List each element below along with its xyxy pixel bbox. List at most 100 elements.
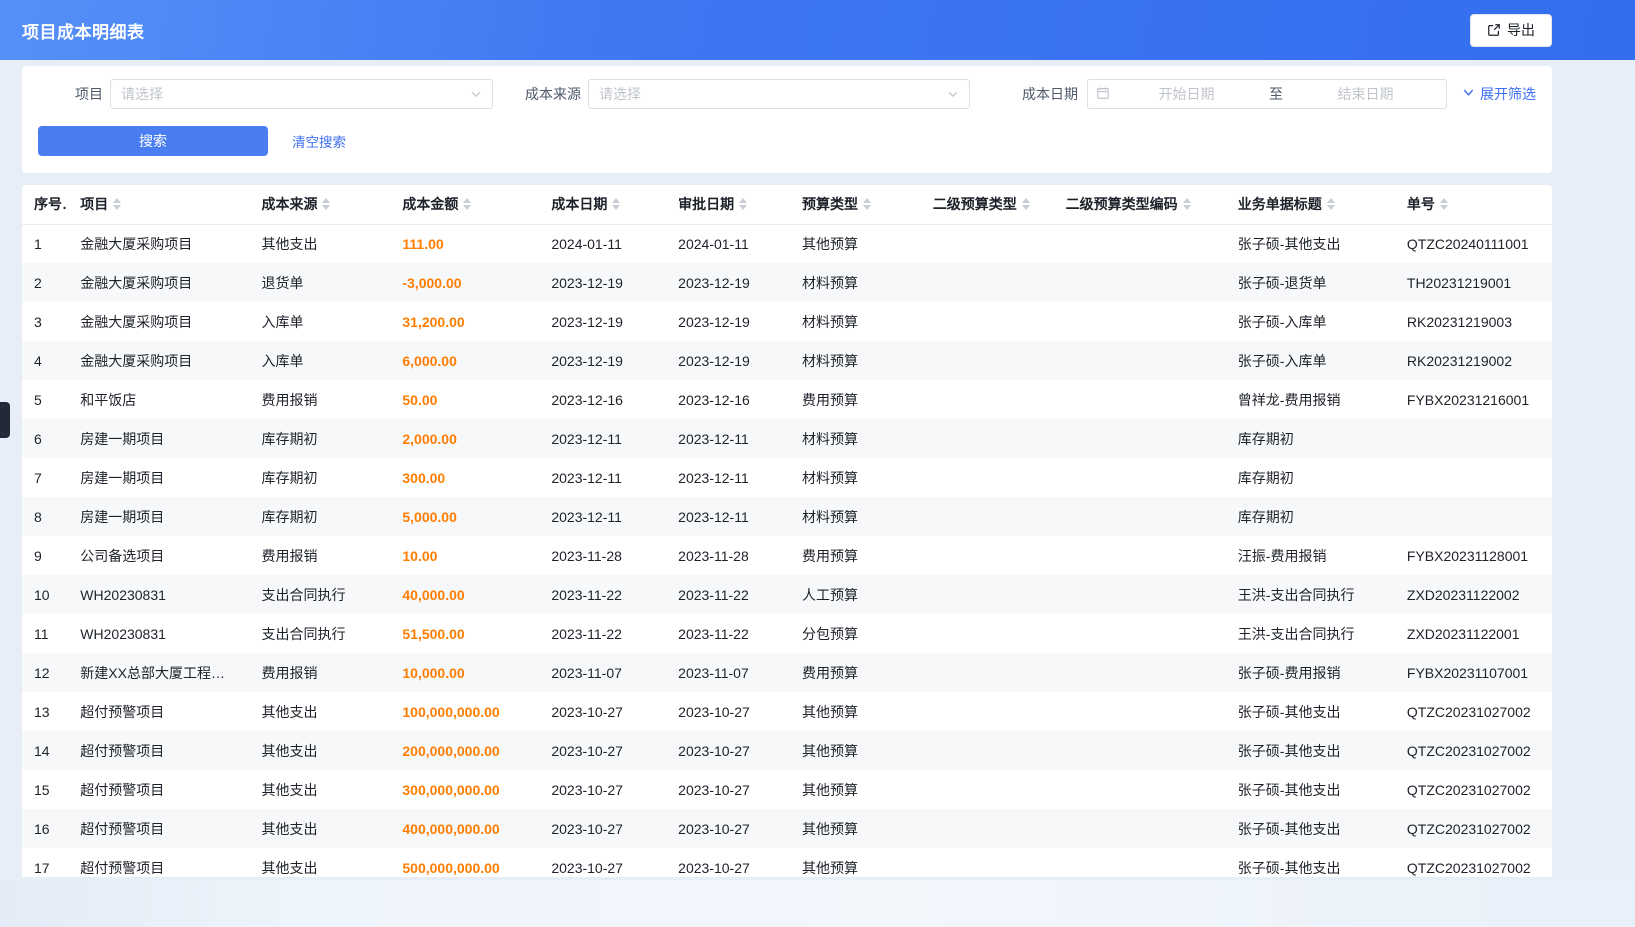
cell-budget_type: 其他预算 [790,731,921,770]
column-header-project[interactable]: 项目 [68,185,249,224]
cell-doc_no: QTZC20231027002 [1395,692,1552,731]
sort-icon[interactable] [113,198,121,210]
cell-source: 其他支出 [249,692,390,731]
cell-no: 17 [22,848,68,877]
cell-sub_budget_type [921,341,1054,380]
cost-date-range-picker[interactable]: 至 [1087,79,1447,109]
cell-amount: 31,200.00 [390,302,539,341]
cell-sub_budget_type [921,653,1054,692]
cell-cost_date: 2023-12-11 [539,458,666,497]
cell-cost_date: 2023-12-19 [539,263,666,302]
table-row: 6房建一期项目库存期初2,000.002023-12-112023-12-11材… [22,419,1552,458]
cost-date-filter: 成本日期 至 [970,79,1447,109]
cell-approval_date: 2023-12-11 [666,497,790,536]
cell-amount: 100,000,000.00 [390,692,539,731]
column-header-source[interactable]: 成本来源 [249,185,390,224]
cost-date-filter-label: 成本日期 [1022,84,1078,104]
cell-project: 金融大厦采购项目 [68,224,249,263]
table-row: 5和平饭店费用报销50.002023-12-162023-12-16费用预算曾祥… [22,380,1552,419]
column-label: 审批日期 [678,194,734,214]
cell-sub_budget_code [1054,497,1226,536]
page-title: 项目成本明细表 [22,18,145,43]
cell-budget_type: 其他预算 [790,770,921,809]
sort-icon[interactable] [612,198,620,210]
column-label: 成本金额 [402,194,458,214]
cell-budget_type: 材料预算 [790,458,921,497]
start-date-input[interactable] [1114,86,1259,102]
cell-sub_budget_type [921,536,1054,575]
cell-sub_budget_type [921,224,1054,263]
column-header-no: 序号 [22,185,68,224]
project-filter: 项目 请选择 [38,79,493,109]
cell-amount: 300.00 [390,458,539,497]
cell-project: 超付预警项目 [68,848,249,877]
column-header-doc_no[interactable]: 单号 [1395,185,1552,224]
cell-doc_no [1395,458,1552,497]
column-header-sub_budget_code[interactable]: 二级预算类型编码 [1054,185,1226,224]
cell-approval_date: 2023-11-22 [666,575,790,614]
cell-sub_budget_type [921,614,1054,653]
expand-filter-link[interactable]: 展开筛选 [1462,84,1536,104]
cell-doc_no: QTZC20231027002 [1395,809,1552,848]
cell-no: 7 [22,458,68,497]
drawer-handle[interactable] [0,402,10,438]
cell-sub_budget_type [921,302,1054,341]
cell-project: 和平饭店 [68,380,249,419]
cell-amount: 111.00 [390,224,539,263]
cell-no: 13 [22,692,68,731]
cell-cost_date: 2023-10-27 [539,770,666,809]
background-band [0,880,1635,927]
cell-doc_title: 张子硕-入库单 [1226,302,1395,341]
project-select[interactable]: 请选择 [110,79,493,109]
cell-no: 5 [22,380,68,419]
cell-doc_title: 张子硕-其他支出 [1226,770,1395,809]
sort-icon[interactable] [1022,198,1030,210]
sort-icon[interactable] [1183,198,1191,210]
cell-amount: -3,000.00 [390,263,539,302]
column-header-cost_date[interactable]: 成本日期 [539,185,666,224]
cell-budget_type: 费用预算 [790,380,921,419]
cell-doc_no [1395,419,1552,458]
cell-source: 其他支出 [249,224,390,263]
cell-no: 9 [22,536,68,575]
column-header-approval_date[interactable]: 审批日期 [666,185,790,224]
end-date-input[interactable] [1293,86,1438,102]
table-body: 1金融大厦采购项目其他支出111.002024-01-112024-01-11其… [22,224,1552,877]
column-header-sub_budget_type[interactable]: 二级预算类型 [921,185,1054,224]
cell-amount: 2,000.00 [390,419,539,458]
cell-amount: 300,000,000.00 [390,770,539,809]
cell-budget_type: 材料预算 [790,263,921,302]
column-header-budget_type[interactable]: 预算类型 [790,185,921,224]
cell-amount: 500,000,000.00 [390,848,539,877]
cell-budget_type: 其他预算 [790,848,921,877]
sort-icon[interactable] [322,198,330,210]
cell-source: 费用报销 [249,536,390,575]
column-header-amount[interactable]: 成本金额 [390,185,539,224]
clear-search-link[interactable]: 清空搜索 [292,131,346,151]
cell-source: 支出合同执行 [249,575,390,614]
cost-source-select[interactable]: 请选择 [588,79,970,109]
cell-sub_budget_code [1054,458,1226,497]
cell-no: 14 [22,731,68,770]
sort-icon[interactable] [1440,198,1448,210]
cell-approval_date: 2023-10-27 [666,848,790,877]
cell-budget_type: 材料预算 [790,419,921,458]
date-separator: 至 [1263,84,1289,104]
cell-sub_budget_type [921,263,1054,302]
table-row: 13超付预警项目其他支出100,000,000.002023-10-272023… [22,692,1552,731]
sort-icon[interactable] [1327,198,1335,210]
table-row: 9公司备选项目费用报销10.002023-11-282023-11-28费用预算… [22,536,1552,575]
column-header-doc_title[interactable]: 业务单据标题 [1226,185,1395,224]
table-row: 8房建一期项目库存期初5,000.002023-12-112023-12-11材… [22,497,1552,536]
sort-icon[interactable] [463,198,471,210]
column-label: 二级预算类型 [933,194,1017,214]
export-button[interactable]: 导出 [1470,14,1552,47]
search-button[interactable]: 搜索 [38,126,268,156]
cell-no: 11 [22,614,68,653]
sort-icon[interactable] [739,198,747,210]
sort-icon[interactable] [863,198,871,210]
cell-cost_date: 2023-10-27 [539,731,666,770]
cell-cost_date: 2023-12-16 [539,380,666,419]
table-row: 1金融大厦采购项目其他支出111.002024-01-112024-01-11其… [22,224,1552,263]
cell-doc_no: ZXD20231122002 [1395,575,1552,614]
